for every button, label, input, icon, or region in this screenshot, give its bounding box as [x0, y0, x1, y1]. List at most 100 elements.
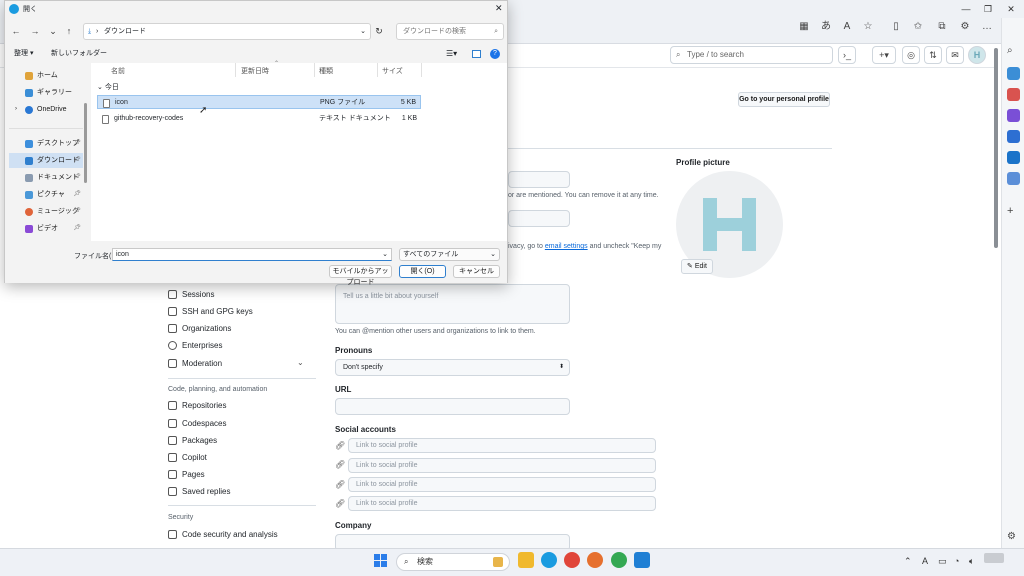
column-header-modified[interactable]: 更新日時	[241, 66, 269, 76]
nav-enterprises[interactable]: Enterprises	[168, 339, 222, 353]
file-type-select[interactable]: すべてのファイル ⌄	[399, 248, 500, 261]
pronouns-select[interactable]: Don't specify ⬍	[335, 359, 570, 376]
social-input-4[interactable]: Link to social profile	[348, 496, 656, 511]
more-icon[interactable]: …	[980, 20, 994, 34]
view-options-icon[interactable]: ☰▾	[446, 45, 457, 63]
network-icon[interactable]: ◔	[954, 556, 959, 566]
file-row-github-recovery-codes[interactable]: github-recovery-codes テキスト ドキュメント 1 KB	[97, 112, 421, 126]
refresh-icon[interactable]: ↻	[373, 25, 385, 37]
shopping-icon[interactable]	[1007, 67, 1020, 80]
sidebar-item-pictures[interactable]: ピクチャ 📌︎	[9, 187, 83, 202]
grid-icon[interactable]: ▦	[797, 20, 811, 34]
name-field[interactable]	[508, 171, 570, 188]
tray-chevron-icon[interactable]: ⌃	[904, 556, 912, 567]
pull-requests-icon[interactable]: ⇅	[924, 46, 942, 64]
games-icon[interactable]	[1007, 109, 1020, 122]
organize-button[interactable]: 整理 ▾	[14, 45, 33, 63]
group-header-today[interactable]: ⌄ 今日	[97, 82, 119, 92]
vscode-icon[interactable]	[634, 552, 650, 568]
sidebar-item-documents[interactable]: ドキュメント 📌︎	[9, 170, 83, 185]
chevron-down-icon[interactable]: ⌄	[360, 24, 366, 39]
read-aloud-icon[interactable]: あ	[819, 20, 833, 34]
back-arrow-icon[interactable]: ←	[10, 25, 22, 37]
github-search-input[interactable]: ⌕ Type / to search	[670, 46, 833, 64]
page-scrollbar[interactable]	[994, 48, 998, 248]
cancel-button[interactable]: キャンセル	[453, 265, 500, 278]
dialog-search-input[interactable]: ダウンロードの検索 ⌕	[396, 23, 504, 40]
close-icon[interactable]: ✕	[495, 3, 503, 14]
inbox-icon[interactable]: ✉	[946, 46, 964, 64]
personal-profile-button[interactable]: Go to your personal profile	[738, 92, 830, 107]
sidebar-item-home[interactable]: ホーム	[9, 68, 83, 83]
restore-icon[interactable]: ❐	[980, 3, 996, 15]
file-row-icon[interactable]: icon PNG ファイル 5 KB	[97, 95, 421, 109]
nav-organizations[interactable]: Organizations	[168, 322, 231, 336]
sidebar-scrollbar[interactable]	[84, 103, 87, 183]
chrome-icon[interactable]	[564, 552, 580, 568]
create-new-icon[interactable]: +▾	[872, 46, 896, 64]
address-bar[interactable]: ⤓ › ダウンロード ⌄	[83, 23, 371, 40]
outlook-icon[interactable]	[1007, 151, 1020, 164]
social-input-3[interactable]: Link to social profile	[348, 477, 656, 492]
forward-arrow-icon[interactable]: →	[29, 25, 41, 37]
text-size-icon[interactable]: A	[840, 20, 854, 34]
new-folder-button[interactable]: 新しいフォルダー	[51, 45, 107, 63]
volume-icon[interactable]: 🔈︎	[969, 556, 974, 567]
nav-copilot[interactable]: Copilot	[168, 451, 207, 465]
column-header-type[interactable]: 種類	[319, 66, 333, 76]
sidebar-item-videos[interactable]: ビデオ 📌︎	[9, 221, 83, 236]
chrome-profile-icon[interactable]	[611, 552, 627, 568]
add-icon[interactable]: +	[1007, 205, 1020, 218]
file-explorer-icon[interactable]	[518, 552, 534, 568]
nav-code-security[interactable]: Code security and analysis	[168, 528, 278, 542]
nav-ssh-gpg-keys[interactable]: SSH and GPG keys	[168, 305, 253, 319]
start-windows-icon[interactable]	[374, 554, 388, 568]
nav-sessions[interactable]: Sessions	[168, 288, 214, 302]
drop-icon[interactable]	[1007, 172, 1020, 185]
avatar[interactable]: H	[968, 46, 986, 64]
sidebar-item-desktop[interactable]: デスクトップ 📌︎	[9, 136, 83, 151]
sidebar-item-music[interactable]: ミュージック 📌︎	[9, 204, 83, 219]
filename-input[interactable]: icon ⌄	[112, 248, 392, 261]
edge-taskbar-icon[interactable]	[541, 552, 557, 568]
chevron-down-icon[interactable]: ⌄	[297, 358, 304, 367]
column-separator[interactable]	[421, 63, 422, 77]
toolbox-icon[interactable]	[1007, 88, 1020, 101]
search-icon[interactable]: ⌕	[1007, 45, 1020, 58]
close-window-icon[interactable]: ✕	[1003, 3, 1019, 15]
input-language-icon[interactable]: A	[922, 556, 928, 566]
command-palette-icon[interactable]: ›_	[838, 46, 856, 64]
preview-pane-icon[interactable]	[472, 50, 481, 58]
open-button[interactable]: 開く(O)	[399, 265, 446, 278]
upload-from-mobile-button[interactable]: モバイルからアップロード	[329, 265, 392, 286]
nav-codespaces[interactable]: Codespaces	[168, 417, 226, 431]
display-icon[interactable]: ▭	[938, 556, 947, 567]
extensions-icon[interactable]: ⚙	[958, 20, 972, 34]
help-icon[interactable]: ?	[490, 49, 500, 59]
url-input[interactable]	[335, 398, 570, 415]
split-screen-icon[interactable]: ▯	[889, 20, 903, 34]
firefox-icon[interactable]	[587, 552, 603, 568]
chevron-down-icon[interactable]: ⌄	[382, 249, 388, 260]
bio-textarea[interactable]: Tell us a little bit about yourself	[335, 284, 570, 324]
up-arrow-icon[interactable]: ↑	[63, 25, 75, 37]
collections-icon[interactable]: ⧉	[935, 20, 949, 34]
sidebar-item-gallery[interactable]: ギャラリー	[9, 85, 83, 100]
email-select[interactable]	[508, 210, 570, 227]
clock-area[interactable]	[984, 553, 1004, 563]
recent-chevron-icon[interactable]: ⌄	[47, 25, 59, 37]
nav-pages[interactable]: Pages	[168, 468, 205, 482]
minimize-icon[interactable]: —	[958, 3, 974, 15]
column-separator[interactable]	[314, 63, 315, 77]
expand-chevron-icon[interactable]: ›	[15, 102, 17, 117]
issues-icon[interactable]: ◎	[902, 46, 920, 64]
column-separator[interactable]	[235, 63, 236, 77]
email-settings-link[interactable]: email settings	[545, 243, 588, 250]
sidebar-item-onedrive[interactable]: › OneDrive	[9, 102, 83, 117]
nav-saved-replies[interactable]: Saved replies	[168, 485, 230, 499]
edit-avatar-button[interactable]: ✎ Edit	[681, 259, 713, 274]
favorites-icon[interactable]: ✩	[911, 20, 925, 34]
taskbar-search[interactable]: ⌕ 検索	[396, 553, 510, 571]
nav-repositories[interactable]: Repositories	[168, 399, 226, 413]
column-separator[interactable]	[377, 63, 378, 77]
